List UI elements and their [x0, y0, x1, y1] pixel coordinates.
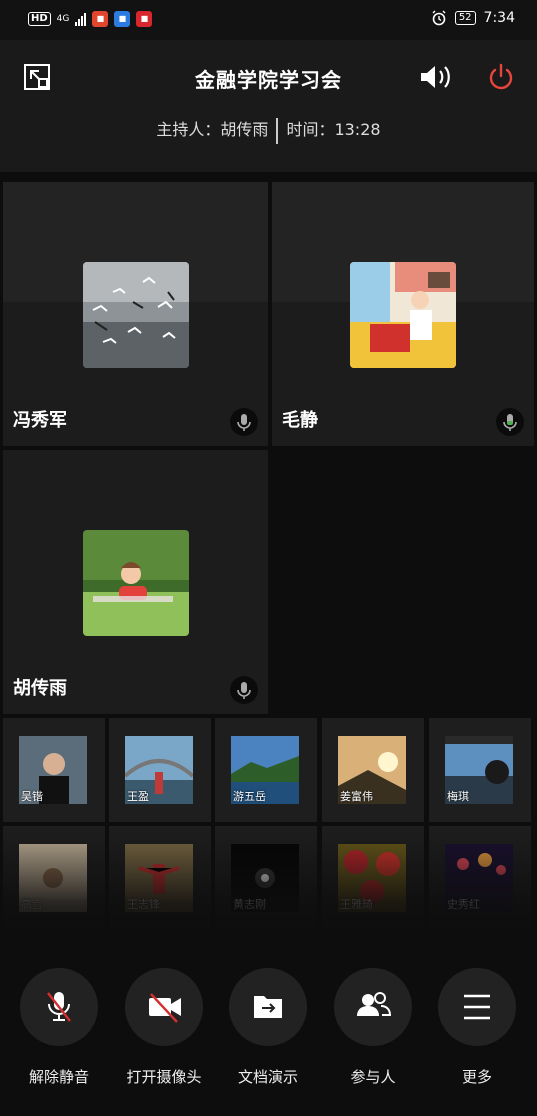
unmute-button[interactable] — [20, 968, 98, 1046]
participant-thumb[interactable]: 梅琪 — [429, 718, 531, 822]
participant-name: 姜富伟 — [340, 790, 373, 803]
participant-name: 黄志刚 — [233, 898, 266, 911]
participants-button[interactable] — [334, 968, 412, 1046]
document-share-icon — [254, 996, 282, 1018]
more-label: 更多 — [461, 1068, 492, 1086]
participant-thumb[interactable]: 姜富伟 — [322, 718, 424, 822]
camera-label: 打开摄像头 — [126, 1068, 202, 1086]
meeting-title: 金融学院学习会 — [195, 68, 342, 92]
participant-thumb[interactable]: 王盈 — [109, 718, 211, 822]
camera-button[interactable] — [125, 968, 203, 1046]
participant-thumb[interactable]: 黄志刚 — [215, 826, 317, 930]
alarm-icon — [431, 10, 447, 26]
signal-icon — [75, 12, 87, 26]
participant-tile[interactable]: 冯秀军 — [3, 182, 268, 446]
status-bar: HD 4G ■ ■ ■ 52 7:34 — [0, 0, 537, 40]
cartoon-office-photo — [350, 262, 456, 368]
host-label: 主持人：胡传雨 — [156, 120, 269, 139]
participant-name: 王盈 — [127, 790, 149, 803]
participant-name: 王雅琦 — [340, 898, 373, 911]
menu-icon — [464, 994, 490, 1020]
time-label: 时间：13:28 — [286, 120, 381, 139]
participant-name: 胡传雨 — [13, 678, 67, 699]
participant-thumb[interactable]: 游五岳 — [215, 718, 317, 822]
participant-name: 吴锴 — [21, 790, 43, 803]
mic-muted-icon — [47, 992, 71, 1022]
participant-thumb[interactable]: 史秀红 — [429, 826, 531, 930]
participant-thumb[interactable]: 吴锴 — [3, 718, 105, 822]
more-button[interactable] — [438, 968, 516, 1046]
participant-name: 游五岳 — [233, 790, 266, 803]
meeting-header: 金融学院学习会 主持人：胡传雨 时间：13:28 — [0, 40, 537, 172]
app-blue-icon: ■ — [114, 11, 131, 27]
power-icon[interactable] — [486, 62, 516, 92]
participant-name: 冯秀军 — [13, 410, 67, 431]
battery-indicator: 52 — [454, 11, 476, 25]
participant-thumb[interactable]: 高言 — [3, 826, 105, 930]
seagulls-photo — [83, 262, 189, 368]
app-red-icon: ■ — [92, 11, 109, 27]
camera-off-icon — [149, 993, 181, 1023]
mic-active-icon — [496, 408, 524, 436]
hd-indicator: HD — [28, 12, 51, 26]
participant-name: 毛静 — [282, 410, 318, 431]
participants-label: 参与人 — [350, 1068, 396, 1086]
participant-name: 史秀红 — [447, 898, 480, 911]
mic-icon — [230, 408, 258, 436]
network-type: 4G — [56, 13, 70, 24]
mic-icon — [230, 676, 258, 704]
app-red2-icon: ■ — [136, 11, 153, 27]
clock: 7:34 — [483, 10, 515, 26]
document-share-label: 文档演示 — [237, 1068, 298, 1086]
participant-thumb[interactable]: 王雅琦 — [322, 826, 424, 930]
participant-tile[interactable]: 胡传雨 — [3, 450, 268, 714]
meeting-info: 主持人：胡传雨 时间：13:28 — [0, 116, 537, 144]
unmute-label: 解除静音 — [28, 1068, 89, 1086]
participant-thumb[interactable]: 王志锋 — [109, 826, 211, 930]
participant-name: 王志锋 — [127, 898, 160, 911]
participant-name: 高言 — [21, 898, 43, 911]
speaker-icon[interactable] — [418, 62, 454, 92]
document-share-button[interactable] — [229, 968, 307, 1046]
child-on-grass-photo — [83, 530, 189, 636]
info-divider — [276, 117, 279, 144]
participants-icon — [357, 992, 392, 1016]
participant-tile[interactable]: 毛静 — [272, 182, 534, 446]
participant-name: 梅琪 — [447, 790, 469, 803]
